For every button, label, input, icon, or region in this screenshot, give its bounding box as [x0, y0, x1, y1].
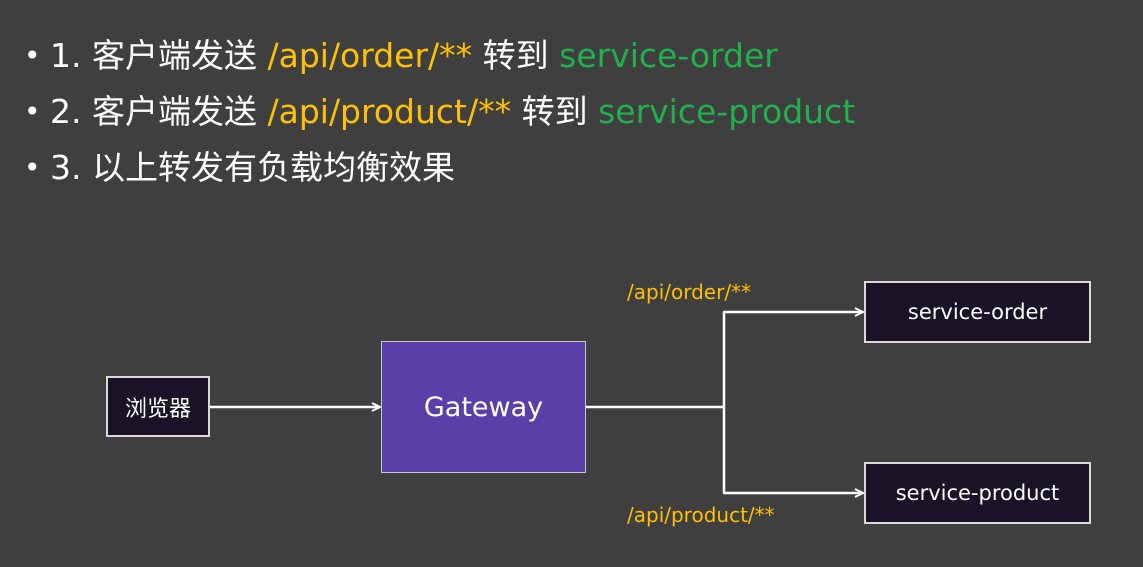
service-product-node: service-product [864, 462, 1091, 524]
gateway-label: Gateway [423, 391, 544, 423]
service-order-label: service-order [907, 300, 1048, 324]
browser-label: 浏览器 [124, 396, 191, 422]
product-route-label: /api/product/** [627, 503, 775, 527]
order-route-label: /api/order/** [627, 280, 752, 304]
service-order-node: service-order [864, 281, 1091, 343]
routing-diagram: 浏览器 Gateway service-order service-produc… [0, 0, 1143, 567]
browser-node: 浏览器 [106, 376, 210, 437]
slide: 1. 客户端发送 /api/order/** 转到 service-order … [0, 0, 1143, 567]
service-product-label: service-product [895, 481, 1060, 505]
gateway-node: Gateway [381, 341, 586, 473]
